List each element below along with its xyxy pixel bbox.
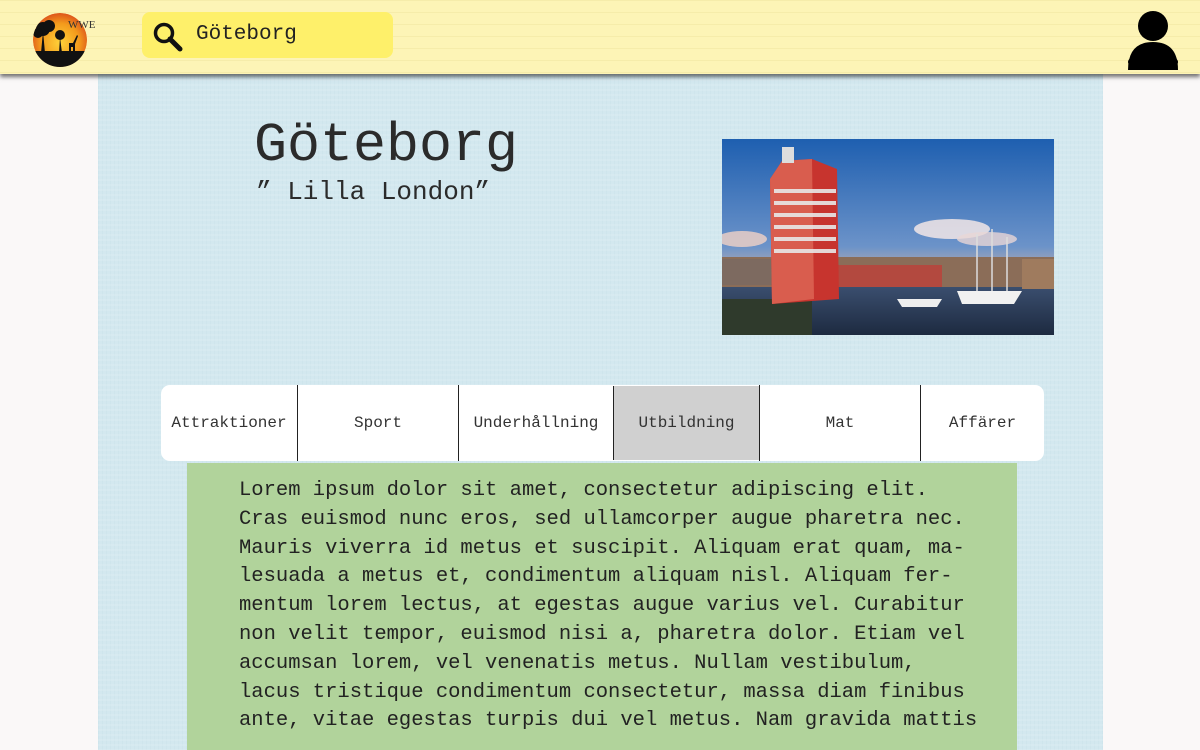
content-area: Lorem ipsum dolor sit amet, consectetur … [187,463,1017,750]
logo-text: WWE [68,19,96,31]
user-icon[interactable] [1126,6,1180,70]
city-subtitle: ” Lilla London” [256,177,491,207]
search-input[interactable] [196,12,386,58]
search-box[interactable] [142,12,393,58]
search-icon[interactable] [152,21,184,53]
tab-utbildning[interactable]: Utbildning [613,386,759,460]
content-text: Lorem ipsum dolor sit amet, consectetur … [239,479,978,733]
tab-mat[interactable]: Mat [759,385,920,461]
city-title: Göteborg [254,114,519,177]
category-tabs: Attraktioner Sport Underhållning Utbildn… [161,385,1044,461]
tab-affarer[interactable]: Affärer [920,385,1044,461]
tab-sport[interactable]: Sport [297,385,458,461]
city-photo [722,139,1054,335]
tab-attraktioner[interactable]: Attraktioner [161,385,297,461]
top-bar: WWE [0,0,1200,74]
tab-underhallning[interactable]: Underhållning [458,385,613,461]
